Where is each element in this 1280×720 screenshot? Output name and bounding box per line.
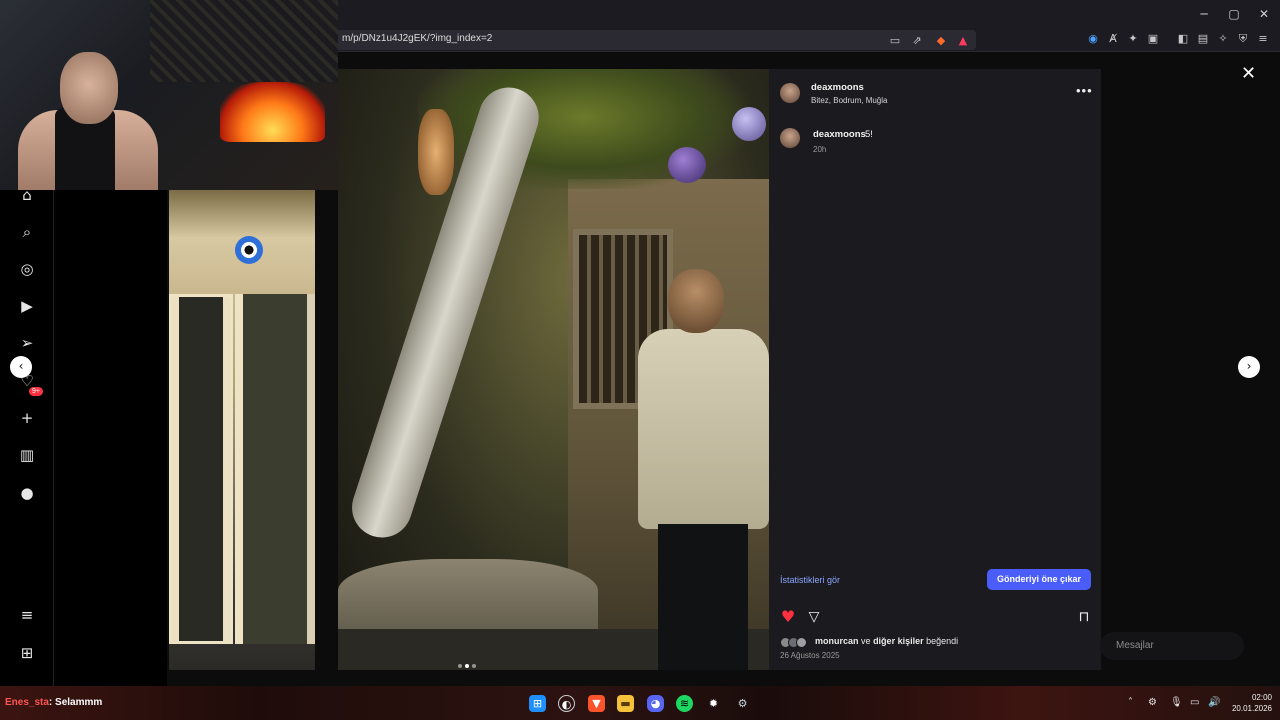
stream-chat-line: Enes_sta: Selammm <box>5 697 102 708</box>
leo-ai-icon[interactable]: ✧ <box>1216 32 1230 46</box>
liker-avatars <box>780 637 814 648</box>
windows-taskbar: Enes_sta: Selammm ⊞ ◐ ▼ ▬ ◕ ≋ ✹ ⚙ ˄ ⚙ 🎙 … <box>0 686 1280 720</box>
display-icon[interactable]: ▭ <box>1190 697 1199 708</box>
carousel-dot <box>458 664 462 668</box>
carousel-dot-active <box>465 664 469 668</box>
steam-icon[interactable]: ⚙ <box>734 695 751 712</box>
person-figure <box>628 269 769 670</box>
first-liker-username[interactable]: monurcan <box>815 636 859 646</box>
previous-post-image <box>169 190 315 670</box>
post-location[interactable]: Bitez, Bodrum, Muğla <box>811 96 887 105</box>
author-avatar[interactable] <box>780 83 800 103</box>
share-send-icon[interactable]: ▽ <box>805 608 823 626</box>
screen: ─ ▢ ✕ m/p/DNz1u4J2gEK/?img_index=2 ▭ ⇗ ◆… <box>0 0 1280 720</box>
likes-connector: ve <box>861 636 871 646</box>
volume-icon[interactable]: 🔊 <box>1208 697 1220 708</box>
door-left <box>169 294 233 644</box>
post-details-panel: deaxmoons Bitez, Bodrum, Muğla ••• deaxm… <box>769 69 1101 670</box>
obs-icon[interactable]: ◐ <box>558 695 575 712</box>
discord-icon[interactable]: ◕ <box>647 695 664 712</box>
steelseries-icon[interactable]: ✹ <box>705 695 722 712</box>
brave-rewards-icon[interactable]: ▲ <box>956 34 970 48</box>
door-right <box>235 294 315 644</box>
tray-overflow-icon[interactable]: ˄ <box>1128 697 1133 708</box>
pants <box>658 524 748 670</box>
brave-shields-icon[interactable]: ◆ <box>934 34 948 48</box>
screenshot-icon[interactable]: ▣ <box>1146 32 1160 46</box>
boost-post-button[interactable]: Gönderiyi öne çıkar <box>987 569 1091 590</box>
close-modal-button[interactable]: ✕ <box>1241 63 1256 84</box>
comment-username[interactable]: deaxmoons <box>813 129 866 140</box>
tray-steam-icon[interactable]: ⚙ <box>1148 697 1157 708</box>
messages-label: Mesajlar <box>1116 640 1154 651</box>
start-windows-icon[interactable]: ⊞ <box>529 695 546 712</box>
fireplace <box>220 82 325 142</box>
other-likers-link[interactable]: diğer kişiler <box>873 636 924 646</box>
more-menu-icon[interactable]: ≡ <box>17 605 37 625</box>
cast-icon[interactable]: ▭ <box>888 34 902 48</box>
comment-time[interactable]: 20h <box>813 145 826 154</box>
audio-icon[interactable]: ◉ <box>1086 32 1100 46</box>
dashboard-icon[interactable]: ▥ <box>17 445 37 465</box>
liker-avatar <box>796 637 807 648</box>
feed-column <box>54 190 167 686</box>
search-icon[interactable]: ⌕ <box>17 222 37 242</box>
post-image[interactable] <box>338 69 769 670</box>
likes-summary: monurcan ve diğer kişiler beğendi <box>815 636 958 646</box>
messages-icon[interactable]: ➢ <box>17 333 37 353</box>
post-date[interactable]: 26 Ağustos 2025 <box>780 651 840 660</box>
menu-icon[interactable]: ≡ <box>1256 32 1270 46</box>
more-options-button[interactable]: ••• <box>1076 83 1093 98</box>
reels-icon[interactable]: ▶ <box>17 296 37 316</box>
comment-text: 5! <box>865 129 873 140</box>
sidebar-toggle-icon[interactable]: ◧ <box>1176 32 1190 46</box>
lantern-left <box>418 109 454 195</box>
vpn-icon[interactable]: ⛨ <box>1236 32 1250 46</box>
evil-eye-ornament <box>235 236 263 264</box>
share-icon[interactable]: ⇗ <box>910 34 924 48</box>
purple-lantern <box>668 147 706 183</box>
stone-planter <box>338 559 598 639</box>
previous-post-button[interactable]: ‹ <box>10 356 32 378</box>
close-window-button[interactable]: ✕ <box>1256 6 1272 22</box>
tapestry <box>150 0 338 82</box>
comment-avatar[interactable] <box>780 128 800 148</box>
messages-pill[interactable]: Mesajlar <box>1100 632 1244 660</box>
streamer-head <box>60 52 118 124</box>
wallet-icon[interactable]: ▤ <box>1196 32 1210 46</box>
carousel-dot <box>472 664 476 668</box>
likes-suffix: beğendi <box>926 636 959 646</box>
spotify-icon[interactable]: ≋ <box>676 695 693 712</box>
view-insights-link[interactable]: İstatistikleri gör <box>780 575 840 585</box>
author-username[interactable]: deaxmoons <box>811 82 864 93</box>
system-clock[interactable]: 02:00 20.01.2026 <box>1226 692 1272 714</box>
next-post-button[interactable]: › <box>1238 356 1260 378</box>
webcam-overlay <box>0 0 338 190</box>
url-text[interactable]: m/p/DNz1u4J2gEK/?img_index=2 <box>342 33 492 44</box>
like-heart-icon[interactable]: ♥ <box>779 608 797 626</box>
file-explorer-icon[interactable]: ▬ <box>617 695 634 712</box>
clock-date: 20.01.2026 <box>1231 704 1272 713</box>
chat-message: : Selammm <box>48 697 103 708</box>
chat-username: Enes_sta <box>5 697 49 708</box>
create-icon[interactable]: + <box>17 408 37 428</box>
translate-icon[interactable]: Ⱥ <box>1106 32 1120 46</box>
carousel-dots <box>458 655 482 668</box>
head <box>668 269 724 333</box>
profile-avatar-icon[interactable]: ● <box>17 483 37 503</box>
address-bar[interactable]: m/p/DNz1u4J2gEK/?img_index=2 ▭ ⇗ ◆ ▲ <box>330 30 976 50</box>
minimize-button[interactable]: ─ <box>1196 6 1212 22</box>
microphone-icon[interactable]: 🎙 <box>1170 697 1183 708</box>
clock-time: 02:00 <box>1251 693 1272 702</box>
lilac-lantern <box>732 107 766 141</box>
bookmark-icon[interactable]: ⊓ <box>1075 608 1093 626</box>
brave-browser-icon[interactable]: ▼ <box>588 695 605 712</box>
maximize-button[interactable]: ▢ <box>1226 6 1242 22</box>
extensions-icon[interactable]: ✦ <box>1126 32 1140 46</box>
shirt <box>638 329 769 529</box>
also-from-meta-icon[interactable]: ⊞ <box>17 643 37 663</box>
explore-icon[interactable]: ◎ <box>17 259 37 279</box>
